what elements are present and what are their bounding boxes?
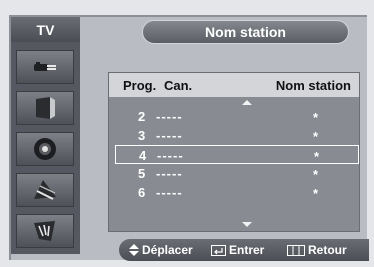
return-hint: Retour — [287, 243, 347, 257]
sidebar-item-setup[interactable] — [16, 214, 74, 248]
sidebar-item-sound[interactable] — [16, 132, 74, 166]
channel-icon — [34, 180, 56, 200]
table-row[interactable]: 2 ----- * — [115, 107, 359, 126]
prog-number: 4 — [139, 148, 147, 163]
table-row[interactable]: 6 ----- * — [115, 183, 359, 202]
channel-value: ----- — [156, 128, 183, 143]
column-prog: Prog. — [123, 78, 157, 93]
sidebar-item-channel[interactable] — [16, 173, 74, 207]
tv-mode-label: TV — [11, 17, 80, 42]
sidebar-item-input[interactable] — [16, 50, 74, 84]
channel-value: ----- — [156, 109, 183, 124]
station-name: * — [313, 186, 319, 201]
prog-number: 2 — [138, 109, 146, 124]
sidebar — [11, 42, 80, 254]
antenna-plug-icon — [34, 62, 56, 71]
channel-value: ----- — [157, 148, 184, 163]
footer-help-bar: Déplacer Entrer Retour — [119, 239, 369, 261]
prog-number: 3 — [138, 128, 146, 143]
table-row[interactable]: 3 ----- * — [115, 126, 359, 145]
column-nom-station: Nom station — [275, 78, 351, 93]
menu-title: Nom station — [142, 20, 349, 44]
enter-label: Entrer — [229, 243, 265, 257]
setup-icon — [34, 221, 55, 241]
table-row[interactable]: 5 ----- * — [115, 164, 359, 183]
tv-osd-screen: TV Nom station Prog. Can. Nom station 2 … — [0, 0, 374, 267]
menu-return-icon — [287, 244, 305, 256]
move-label: Déplacer — [142, 243, 193, 257]
station-name: * — [314, 149, 320, 164]
return-label: Retour — [308, 243, 347, 257]
sidebar-item-picture[interactable] — [16, 91, 74, 125]
table-row-selected[interactable]: 4 ----- * — [115, 145, 359, 164]
up-down-arrows-icon — [129, 244, 139, 256]
column-can: Can. — [164, 78, 193, 93]
move-hint: Déplacer — [129, 243, 193, 257]
station-name: * — [313, 110, 319, 125]
picture-icon — [36, 97, 55, 119]
enter-icon — [211, 244, 226, 256]
prog-number: 6 — [138, 185, 146, 200]
menu-frame: TV Nom station Prog. Can. Nom station 2 … — [9, 15, 369, 261]
channel-value: ----- — [156, 185, 183, 200]
prog-number: 5 — [138, 166, 146, 181]
table-header: Prog. Can. Nom station — [109, 73, 359, 97]
enter-hint: Entrer — [211, 243, 264, 257]
channel-value: ----- — [156, 166, 183, 181]
station-name: * — [313, 129, 319, 144]
station-list-panel: Prog. Can. Nom station 2 ----- * 3 -----… — [108, 72, 360, 232]
station-name: * — [313, 167, 319, 182]
scroll-up-icon[interactable] — [242, 100, 252, 105]
speaker-icon — [34, 138, 56, 160]
menu-title-text: Nom station — [205, 24, 286, 40]
tv-label: TV — [36, 21, 55, 38]
scroll-down-icon[interactable] — [242, 222, 252, 227]
